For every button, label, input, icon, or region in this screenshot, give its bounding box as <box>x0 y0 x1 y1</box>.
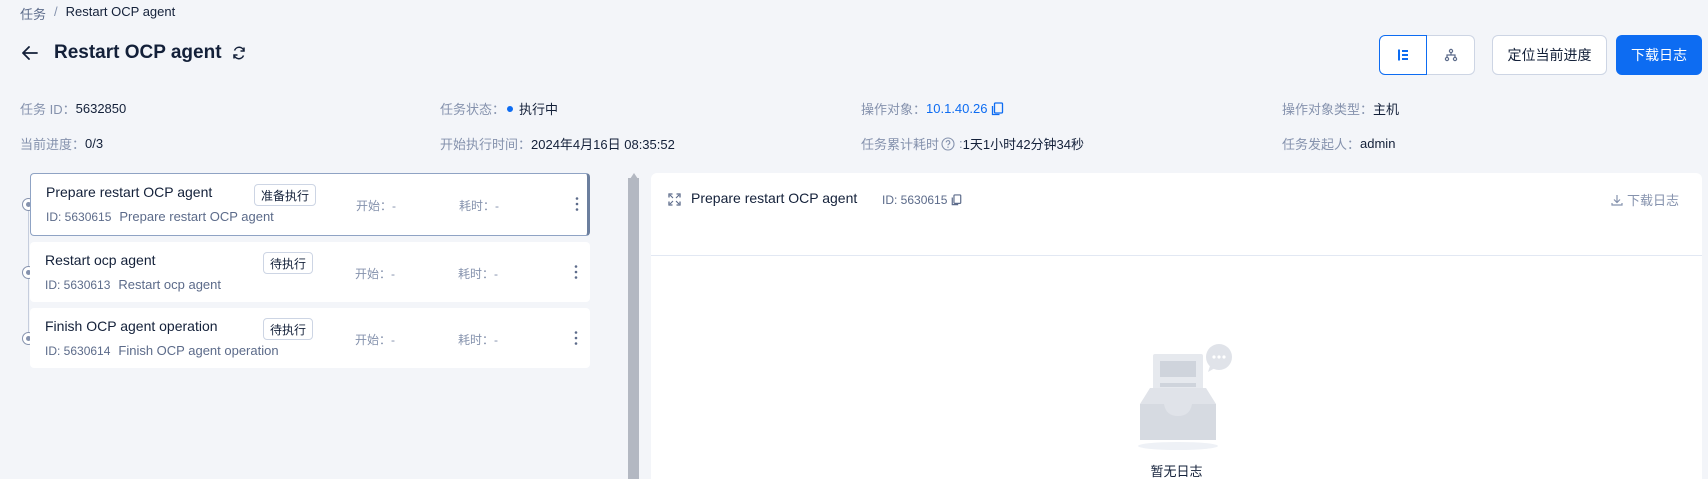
task-name: Restart ocp agent <box>45 252 156 268</box>
log-id-text: ID: 5630615 <box>882 193 948 207</box>
task-card[interactable]: Finish OCP agent operation 待执行 ID: 56306… <box>30 308 590 368</box>
log-download-link[interactable]: 下载日志 <box>1611 190 1679 209</box>
back-arrow-icon[interactable] <box>20 43 40 63</box>
start-time-label: 开始执行时间： <box>440 137 532 152</box>
start-time-field: 开始执行时间： 2024年4月16日 08:35:52 <box>440 134 675 153</box>
breadcrumb-separator: / <box>54 4 58 19</box>
task-desc: Prepare restart OCP agent <box>119 209 274 224</box>
log-panel-header: Prepare restart OCP agent ID: 5630615 下载… <box>651 173 1702 256</box>
task-start: 开始：- <box>355 267 395 281</box>
creator-label: 任务发起人： <box>1282 137 1361 152</box>
target-type-field: 操作对象类型： 主机 <box>1282 99 1399 118</box>
log-download-label: 下载日志 <box>1627 193 1680 208</box>
target-label: 操作对象： <box>861 102 927 117</box>
task-cost: 耗时：- <box>459 199 499 213</box>
breadcrumb-current: Restart OCP agent <box>65 4 176 19</box>
empty-inbox-icon <box>1138 344 1232 450</box>
target-type-value: 主机 <box>1373 102 1400 117</box>
expand-icon[interactable] <box>667 192 681 206</box>
task-status-field: 任务状态： 执行中 <box>440 99 558 118</box>
title-row: Restart OCP agent <box>20 42 248 64</box>
task-id: ID: 5630613 <box>45 278 111 292</box>
elapsed-value: 1天1小时42分钟34秒 <box>962 137 1085 152</box>
task-id: ID: 5630614 <box>45 344 111 358</box>
breadcrumb: 任务 / Restart OCP agent <box>20 4 175 23</box>
task-subtitle: ID: 5630614 Finish OCP agent operation <box>45 343 279 358</box>
help-circle-icon[interactable] <box>941 136 955 151</box>
task-start: 开始：- <box>356 199 396 213</box>
progress-field: 当前进度： 0/3 <box>20 134 103 153</box>
start-time-value: 2024年4月16日 08:35:52 <box>531 137 675 152</box>
empty-log-text: 暂无日志 <box>1150 464 1203 479</box>
log-panel: Prepare restart OCP agent ID: 5630615 下载… <box>651 173 1702 479</box>
list-view-icon <box>1398 49 1408 61</box>
more-vertical-icon[interactable] <box>568 327 584 349</box>
target-field: 操作对象： 10.1.40.26 <box>861 99 1004 118</box>
elapsed-field: 任务累计耗时 : 1天1小时42分钟34秒 <box>861 136 1085 152</box>
task-cost: 耗时：- <box>458 333 498 347</box>
status-dot-icon <box>507 105 514 112</box>
task-cost: 耗时：- <box>458 267 498 281</box>
tree-view-button[interactable] <box>1427 35 1475 75</box>
refresh-icon[interactable] <box>230 44 248 62</box>
progress-value: 0/3 <box>85 136 104 151</box>
more-vertical-icon[interactable] <box>568 261 584 283</box>
more-vertical-icon[interactable] <box>569 193 585 215</box>
target-link[interactable]: 10.1.40.26 <box>926 101 987 116</box>
task-name: Prepare restart OCP agent <box>46 184 213 200</box>
tree-view-icon <box>1444 48 1457 62</box>
task-desc: Finish OCP agent operation <box>118 343 279 358</box>
panel-splitter[interactable] <box>628 178 639 479</box>
locate-progress-button[interactable]: 定位当前进度 <box>1492 35 1607 75</box>
target-type-label: 操作对象类型： <box>1282 102 1374 117</box>
task-card[interactable]: Restart ocp agent 待执行 ID: 5630613 Restart… <box>30 242 590 302</box>
task-id-label: 任务 ID： <box>20 102 76 117</box>
page-title: Restart OCP agent <box>54 42 222 63</box>
task-card[interactable]: Prepare restart OCP agent 准备执行 ID: 56306… <box>30 173 590 236</box>
list-view-button[interactable] <box>1379 35 1427 75</box>
task-status-tag: 准备执行 <box>254 184 317 206</box>
task-subtitle: ID: 5630613 Restart ocp agent <box>45 277 221 292</box>
creator-value: admin <box>1360 136 1396 151</box>
copy-icon[interactable] <box>991 101 1004 116</box>
view-toggle <box>1379 35 1475 75</box>
task-id-field: 任务 ID： 5632850 <box>20 99 126 118</box>
task-id: ID: 5630615 <box>46 210 112 224</box>
task-id-value: 5632850 <box>75 101 127 116</box>
download-icon <box>1611 194 1623 206</box>
task-desc: Restart ocp agent <box>118 277 222 292</box>
breadcrumb-parent[interactable]: 任务 <box>20 4 46 23</box>
task-status-tag: 待执行 <box>263 318 314 340</box>
task-subtitle: ID: 5630615 Prepare restart OCP agent <box>46 209 274 224</box>
elapsed-label: 任务累计耗时 <box>861 137 940 152</box>
task-status-value: 执行中 <box>519 102 559 117</box>
copy-icon[interactable] <box>951 194 962 206</box>
task-name: Finish OCP agent operation <box>45 318 218 334</box>
log-task-id: ID: 5630615 <box>882 193 962 207</box>
task-start: 开始：- <box>355 333 395 347</box>
progress-label: 当前进度： <box>20 137 86 152</box>
task-status-tag: 待执行 <box>263 252 314 274</box>
download-log-button[interactable]: 下载日志 <box>1616 35 1702 75</box>
log-title: Prepare restart OCP agent <box>691 190 858 206</box>
task-status-label: 任务状态： <box>440 102 506 117</box>
creator-field: 任务发起人： admin <box>1282 134 1395 153</box>
